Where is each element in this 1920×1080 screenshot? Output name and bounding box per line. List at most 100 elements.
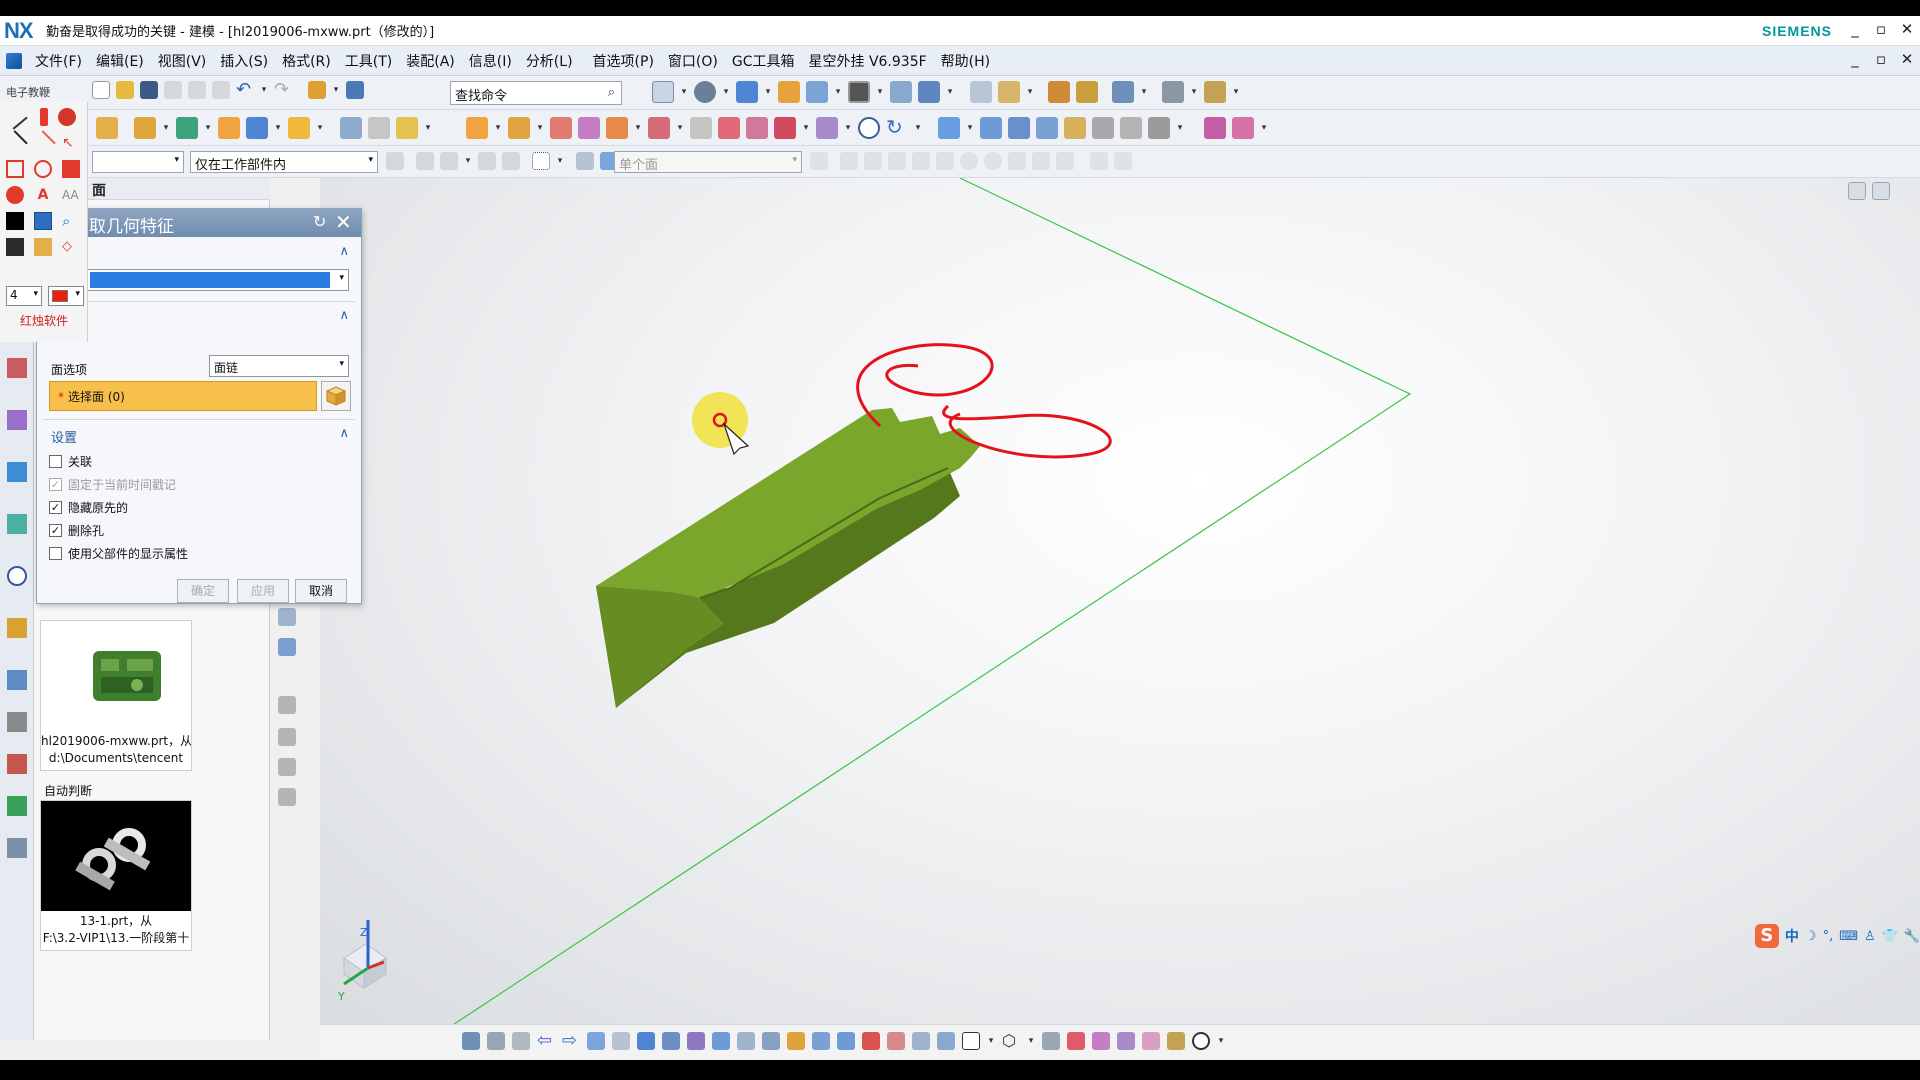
wcs-icon[interactable] <box>970 81 992 103</box>
bottom-tool-icon[interactable] <box>812 1032 830 1050</box>
bottom-tool-icon[interactable] <box>912 1032 930 1050</box>
doc-close-button[interactable]: ✕ <box>1898 50 1916 68</box>
datum-icon[interactable] <box>176 117 198 139</box>
ok-button[interactable]: 确定 <box>177 579 229 603</box>
snap-arrow-icon[interactable] <box>810 152 828 170</box>
eraser-icon[interactable] <box>58 108 76 126</box>
blackboard-icon[interactable] <box>6 212 24 230</box>
hole-icon[interactable] <box>246 117 268 139</box>
bottom-tool-icon[interactable] <box>737 1032 755 1050</box>
snap-point-on-face-icon[interactable] <box>1032 152 1050 170</box>
snap-arc-center-icon[interactable] <box>960 152 978 170</box>
magnifier-icon[interactable]: ⌕ <box>62 212 80 230</box>
view-manager-icon[interactable] <box>806 81 828 103</box>
ime-language-toggle[interactable]: 中 <box>1785 926 1799 946</box>
snap-control-point-icon[interactable] <box>912 152 930 170</box>
delete-holes-checkbox-row[interactable]: ✓ 删除孔 <box>49 522 104 539</box>
menu-preferences[interactable]: 首选项(P) <box>586 51 661 71</box>
select-feature-icon[interactable] <box>440 152 458 170</box>
face-picker-button[interactable] <box>321 381 351 411</box>
chevron-down-icon[interactable]: ▾ <box>1027 1036 1035 1046</box>
history-icon[interactable] <box>7 566 27 586</box>
resize-face-icon[interactable] <box>774 117 796 139</box>
offset-face-icon[interactable] <box>578 117 600 139</box>
snap-point-icon[interactable] <box>1112 81 1134 103</box>
manufacturing-wizard-icon[interactable] <box>7 712 27 732</box>
bottom-tool-icon[interactable] <box>462 1032 480 1050</box>
undo-dropdown-icon[interactable]: ▾ <box>260 85 268 95</box>
bottom-tool-icon[interactable] <box>1167 1032 1185 1050</box>
restore-button[interactable]: ▫ <box>1872 20 1890 38</box>
render-style-icon[interactable] <box>694 81 716 103</box>
associative-checkbox-row[interactable]: 关联 <box>49 453 92 470</box>
extract-type-select[interactable]: ▾ <box>87 269 349 291</box>
fit-view-dropdown-icon[interactable]: ▾ <box>680 87 688 97</box>
close-button[interactable]: ✕ <box>1898 20 1916 38</box>
block-icon[interactable] <box>288 117 310 139</box>
snap-settings-icon[interactable] <box>1114 152 1132 170</box>
sketch-trim-icon[interactable] <box>278 696 296 714</box>
doc-minimize-button[interactable]: _ <box>1846 50 1864 68</box>
chevron-up-icon[interactable]: ∧ <box>339 426 349 441</box>
menu-insert[interactable]: 插入(S) <box>213 51 275 71</box>
rectangle-select-icon[interactable] <box>532 152 550 170</box>
menu-help[interactable]: 帮助(H) <box>934 51 997 71</box>
measure-angle-icon[interactable] <box>1076 81 1098 103</box>
edit-section-icon[interactable] <box>918 81 940 103</box>
datum-dropdown-icon[interactable]: ▾ <box>204 123 212 133</box>
copy-icon[interactable] <box>188 81 206 99</box>
snap-mid-point-icon[interactable] <box>888 152 906 170</box>
chamfer-icon[interactable] <box>508 117 530 139</box>
update-dropdown-icon[interactable]: ▾ <box>914 123 922 133</box>
surface-dropdown-icon[interactable]: ▾ <box>966 123 974 133</box>
settings-section-header[interactable]: 设置 ∧ <box>43 425 355 446</box>
resize-dropdown-icon[interactable]: ▾ <box>802 123 810 133</box>
delete-face-icon[interactable] <box>690 117 712 139</box>
orient-dropdown-icon[interactable]: ▾ <box>764 87 772 97</box>
mesh-surface-icon[interactable] <box>1008 117 1030 139</box>
bottom-tool-icon[interactable] <box>1117 1032 1135 1050</box>
surface-icon[interactable] <box>938 117 960 139</box>
ime-keyboard-icon[interactable]: ⌨ <box>1839 929 1858 944</box>
apply-button[interactable]: 应用 <box>237 579 289 603</box>
extrude-dropdown-icon[interactable]: ▾ <box>162 123 170 133</box>
repeat-command-icon[interactable] <box>308 81 326 99</box>
redo-icon[interactable]: ↷ <box>274 81 292 99</box>
ruler-dropdown-icon[interactable]: ▾ <box>1232 87 1240 97</box>
system-scenes-icon[interactable] <box>7 796 27 816</box>
system-material-icon[interactable] <box>7 618 27 638</box>
pattern-face-icon[interactable] <box>718 117 740 139</box>
chevron-down-icon[interactable]: ▾ <box>987 1036 995 1046</box>
fit-view-icon[interactable] <box>652 81 674 103</box>
bottom-tool-icon[interactable] <box>837 1032 855 1050</box>
sketch-extend-icon[interactable] <box>278 728 296 746</box>
extend-sheet-icon[interactable] <box>1148 117 1170 139</box>
pointer-tool-icon[interactable]: ↖ <box>62 134 80 152</box>
web-browser-icon[interactable] <box>7 514 27 534</box>
move-dropdown-icon[interactable]: ▾ <box>1026 87 1034 97</box>
open-drawing-icon[interactable] <box>34 238 52 256</box>
chevron-down-icon[interactable]: ▾ <box>1217 1036 1225 1046</box>
recent-part-card[interactable]: 13-1.prt，从 F:\3.2-VIP1\13.一阶段第十 <box>40 800 192 951</box>
select-face-field[interactable]: * 选择面 (0) <box>49 381 317 411</box>
menu-gc-toolbox[interactable]: GC工具箱 <box>725 51 802 71</box>
app-menu-icon[interactable] <box>6 52 22 69</box>
recent-part-card[interactable]: hl2019006-mxww.prt，从 d:\Documents\tencen… <box>40 620 192 771</box>
timestamp-icon[interactable] <box>858 117 880 139</box>
bottom-tool-icon[interactable] <box>662 1032 680 1050</box>
bottom-tool-icon[interactable] <box>512 1032 530 1050</box>
snap-intersection-icon[interactable] <box>936 152 954 170</box>
select-body-icon[interactable] <box>502 152 520 170</box>
mirror-face-icon[interactable] <box>746 117 768 139</box>
sketch-icon[interactable] <box>96 117 118 139</box>
arrow-line-icon[interactable] <box>30 130 56 156</box>
clip-section-icon[interactable] <box>890 81 912 103</box>
menu-tools[interactable]: 工具(T) <box>338 51 399 71</box>
palette-list-icon[interactable] <box>7 838 27 858</box>
layer-settings-icon[interactable] <box>778 81 800 103</box>
chevron-up-icon[interactable]: ∧ <box>339 308 349 323</box>
trim-body-icon[interactable] <box>340 117 362 139</box>
extrude-icon[interactable] <box>134 117 156 139</box>
hole-dropdown-icon[interactable]: ▾ <box>274 123 282 133</box>
extracted-face-model[interactable] <box>596 408 980 708</box>
